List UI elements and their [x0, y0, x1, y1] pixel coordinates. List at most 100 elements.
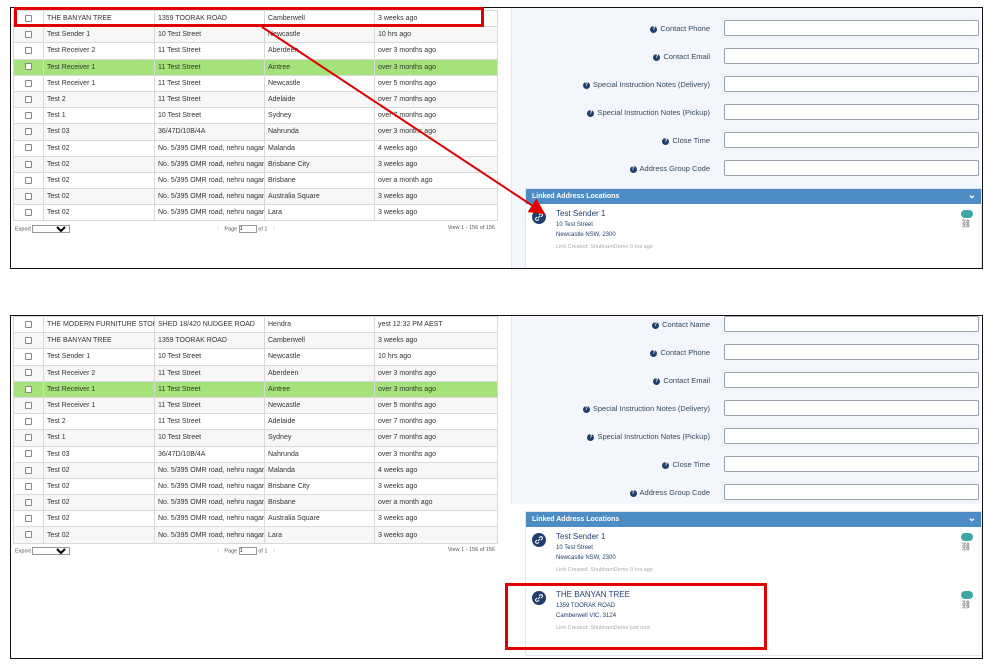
table-row[interactable]: Test 1 10 Test Street Sydney over 7 months …: [13, 429, 498, 447]
row-checkbox[interactable]: [25, 31, 32, 39]
table-row[interactable]: Test 1 10 Test Street Sydney over 7 months …: [13, 107, 498, 125]
row-checkbox[interactable]: [25, 401, 32, 409]
unlink-icon[interactable]: ⛓: [961, 219, 971, 228]
contact-phone-input[interactable]: [724, 20, 979, 36]
table-row[interactable]: Test Sender 1 10 Test Street Newcastle 10 h…: [13, 348, 498, 366]
row-checkbox[interactable]: [25, 498, 32, 506]
table-row[interactable]: Test 02 No. 5/395 OMR road, nehru nagar Ma…: [13, 139, 498, 157]
help-icon[interactable]: ?: [662, 461, 670, 469]
table-row[interactable]: Test 02 No. 5/395 OMR road, nehru nagar Ma…: [13, 461, 498, 479]
row-checkbox[interactable]: [25, 466, 32, 474]
row-checkbox[interactable]: [25, 128, 32, 136]
row-checkbox[interactable]: [25, 176, 32, 184]
row-checkbox[interactable]: [25, 112, 32, 120]
export-select[interactable]: [32, 547, 71, 555]
location-name[interactable]: Test Sender 1: [556, 209, 605, 218]
table-row[interactable]: Test 02 No. 5/395 OMR road, nehru nagar Br…: [13, 477, 498, 496]
table-row[interactable]: Test Receiver 1 11 Test Street Aintree over…: [13, 380, 498, 398]
page-input[interactable]: [238, 547, 257, 555]
table-row[interactable]: Test 03 36/47D/10B/4A Nahrunda over 3 month…: [13, 123, 498, 141]
prev-page-icon[interactable]: ‹: [217, 548, 219, 554]
help-icon[interactable]: ?: [652, 321, 660, 329]
table-row[interactable]: THE BANYAN TREE 1359 TOORAK ROAD Camberwel…: [13, 332, 498, 350]
special-instruction-notes-pickup-input[interactable]: [724, 104, 979, 120]
close-time-input[interactable]: [724, 132, 979, 148]
table-row[interactable]: Test Receiver 1 11 Test Street Newcastle ov…: [13, 74, 498, 92]
special-instruction-notes-delivery-label: ? Special Instruction Notes (Delivery): [582, 80, 710, 89]
help-icon[interactable]: ?: [653, 53, 661, 61]
help-icon[interactable]: ?: [629, 489, 637, 497]
row-checkbox[interactable]: [25, 63, 32, 71]
table-row[interactable]: Test 02 No. 5/395 OMR road, nehru nagar Br…: [13, 171, 498, 190]
prev-page-icon[interactable]: ‹: [217, 226, 219, 232]
contact-name-input[interactable]: [724, 316, 979, 332]
row-checkbox[interactable]: [25, 192, 32, 200]
row-checkbox[interactable]: [25, 418, 32, 426]
table-row[interactable]: Test 02 No. 5/395 OMR road, nehru nagar La…: [13, 526, 498, 544]
next-page-icon[interactable]: ›: [273, 548, 275, 554]
table-row[interactable]: Test 02 No. 5/395 OMR road, nehru nagar Br…: [13, 155, 498, 173]
table-row[interactable]: Test 02 No. 5/395 OMR road, nehru nagar La…: [13, 204, 498, 222]
row-checkbox[interactable]: [25, 337, 32, 345]
table-row[interactable]: Test Receiver 1 11 Test Street Aintree over…: [13, 58, 498, 76]
table-row[interactable]: Test 02 No. 5/395 OMR road, nehru nagar Au…: [13, 188, 498, 206]
row-checkbox[interactable]: [25, 209, 32, 217]
special-instruction-notes-delivery-input[interactable]: [724, 76, 979, 92]
contact-phone-input[interactable]: [724, 344, 979, 360]
contact-email-input[interactable]: [724, 48, 979, 64]
special-instruction-notes-pickup-input[interactable]: [724, 428, 979, 444]
table-row[interactable]: THE MODERN FURNITURE STORE SHED 18/420 NU…: [13, 316, 498, 334]
row-checkbox[interactable]: [25, 385, 32, 393]
table-row[interactable]: Test 02 No. 5/395 OMR road, nehru nagar Br…: [13, 494, 498, 512]
help-icon[interactable]: ?: [582, 81, 590, 89]
help-icon[interactable]: ?: [629, 165, 637, 173]
active-toggle[interactable]: [961, 591, 973, 599]
unlink-icon[interactable]: ⛓: [961, 600, 971, 609]
contact-email-input[interactable]: [724, 372, 979, 388]
chevron-down-icon[interactable]: ⌄: [968, 190, 976, 202]
special-instruction-notes-delivery-input[interactable]: [724, 400, 979, 416]
table-row[interactable]: Test Receiver 1 11 Test Street Newcastle ov…: [13, 396, 498, 415]
cell-name: Test Receiver 1: [43, 74, 155, 92]
help-icon[interactable]: ?: [587, 433, 595, 441]
help-icon[interactable]: ?: [650, 25, 658, 33]
table-row[interactable]: Test 03 36/47D/10B/4A Nahrunda over 3 month…: [13, 445, 498, 463]
close-time-input[interactable]: [724, 456, 979, 472]
help-icon[interactable]: ?: [653, 377, 661, 385]
address-group-code-input[interactable]: [724, 160, 979, 176]
active-toggle[interactable]: [961, 533, 973, 541]
row-checkbox[interactable]: [25, 95, 32, 103]
active-toggle[interactable]: [961, 210, 973, 218]
help-icon[interactable]: ?: [582, 405, 590, 413]
next-page-icon[interactable]: ›: [273, 226, 275, 232]
help-icon[interactable]: ?: [587, 109, 595, 117]
row-checkbox[interactable]: [25, 515, 32, 523]
row-checkbox[interactable]: [25, 47, 32, 55]
chevron-down-icon[interactable]: ⌄: [968, 513, 976, 525]
table-row[interactable]: Test Receiver 2 11 Test Street Aberdeen ove…: [13, 42, 498, 60]
row-checkbox[interactable]: [25, 144, 32, 152]
linked-locations-header[interactable]: Linked Address Locations ⌄: [526, 512, 981, 527]
row-checkbox[interactable]: [25, 160, 32, 168]
table-row[interactable]: Test Receiver 2 11 Test Street Aberdeen ove…: [13, 364, 498, 382]
linked-locations-header[interactable]: Linked Address Locations ⌄: [526, 189, 981, 204]
row-checkbox[interactable]: [25, 531, 32, 539]
unlink-icon[interactable]: ⛓: [961, 542, 971, 551]
row-checkbox[interactable]: [25, 320, 32, 328]
row-checkbox[interactable]: [25, 353, 32, 361]
help-icon[interactable]: ?: [650, 349, 658, 357]
row-checkbox[interactable]: [25, 434, 32, 442]
row-checkbox[interactable]: [25, 369, 32, 377]
address-group-code-input[interactable]: [724, 484, 979, 500]
table-row[interactable]: Test 02 No. 5/395 OMR road, nehru nagar Au…: [13, 510, 498, 528]
help-icon[interactable]: ?: [662, 137, 670, 145]
table-row[interactable]: Test 2 11 Test Street Adelaide over 7 month…: [13, 90, 498, 109]
table-row[interactable]: Test 2 11 Test Street Adelaide over 7 month…: [13, 413, 498, 431]
location-name[interactable]: Test Sender 1: [556, 532, 605, 541]
row-checkbox[interactable]: [25, 450, 32, 458]
export-select[interactable]: [32, 225, 71, 233]
table-row[interactable]: Test Sender 1 10 Test Street Newcastle 10 h…: [13, 26, 498, 44]
page-input[interactable]: [238, 225, 257, 233]
row-checkbox[interactable]: [25, 79, 32, 87]
row-checkbox[interactable]: [25, 482, 32, 490]
